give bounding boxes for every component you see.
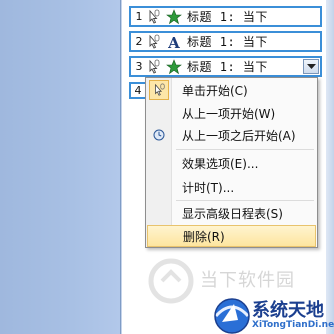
star-effect-icon	[165, 58, 183, 75]
mouse-click-icon	[149, 80, 169, 100]
menu-separator	[176, 200, 314, 201]
item-title: 标题 1: 当下	[187, 10, 268, 24]
menu-item-click-start[interactable]: 单击开始(C)	[147, 79, 316, 101]
menu-item-delete[interactable]: 删除(R)	[147, 225, 316, 247]
menu-item-label: 从上一项之后开始(A)	[182, 128, 296, 143]
slide-area-background	[0, 0, 120, 334]
animation-item-1[interactable]: 1 标题 1: 当下	[129, 6, 322, 27]
menu-item-after-previous[interactable]: 从上一项之后开始(A)	[147, 124, 316, 146]
menu-item-timing[interactable]: 计时(T)...	[147, 176, 316, 198]
svg-text:A: A	[167, 34, 180, 50]
menu-item-with-previous[interactable]: 从上一项开始(W)	[147, 102, 316, 124]
animation-item-3[interactable]: 3 标题 1: 当下	[129, 56, 322, 77]
pane-scroll-edge	[326, 0, 334, 334]
item-dropdown-button[interactable]	[303, 59, 319, 74]
menu-item-label: 单击开始(C)	[182, 83, 248, 98]
mouse-click-icon	[145, 34, 161, 50]
chevron-down-icon	[306, 63, 316, 69]
item-title: 标题 1: 当下	[187, 60, 268, 74]
item-title: 标题 1: 当下	[187, 35, 268, 49]
brand-url: XiTongTianDi.net	[252, 320, 334, 330]
menu-item-label: 计时(T)...	[182, 180, 235, 195]
item-number: 1	[135, 10, 143, 23]
menu-item-effect-options[interactable]: 效果选项(E)...	[147, 152, 316, 174]
letter-a-effect-icon: A	[165, 34, 183, 50]
item-number: 2	[135, 35, 143, 48]
mouse-click-icon	[145, 59, 161, 75]
clock-icon	[147, 124, 171, 146]
watermark-logo-icon	[148, 258, 194, 307]
menu-item-label: 显示高级日程表(S)	[182, 206, 283, 221]
mouse-click-icon	[145, 9, 161, 25]
animation-list: 1 标题 1: 当下 2 A 标题 1: 当下 3 标题 1: 当下	[129, 6, 322, 81]
watermark-text: 当下软件园	[200, 270, 295, 291]
context-menu: 单击开始(C) 从上一项开始(W) 从上一项之后开始(A) 效果选项(E)...…	[145, 77, 318, 248]
star-effect-icon	[165, 8, 183, 25]
brand-name: 系统天地	[252, 300, 324, 321]
animation-item-2[interactable]: 2 A 标题 1: 当下	[129, 31, 322, 52]
menu-item-advanced-timeline[interactable]: 显示高级日程表(S)	[147, 202, 316, 224]
menu-item-label: 效果选项(E)...	[182, 156, 259, 171]
menu-item-label: 删除(R)	[183, 229, 225, 244]
menu-separator	[176, 149, 314, 150]
item-number: 3	[135, 60, 143, 73]
menu-item-label: 从上一项开始(W)	[182, 106, 276, 121]
